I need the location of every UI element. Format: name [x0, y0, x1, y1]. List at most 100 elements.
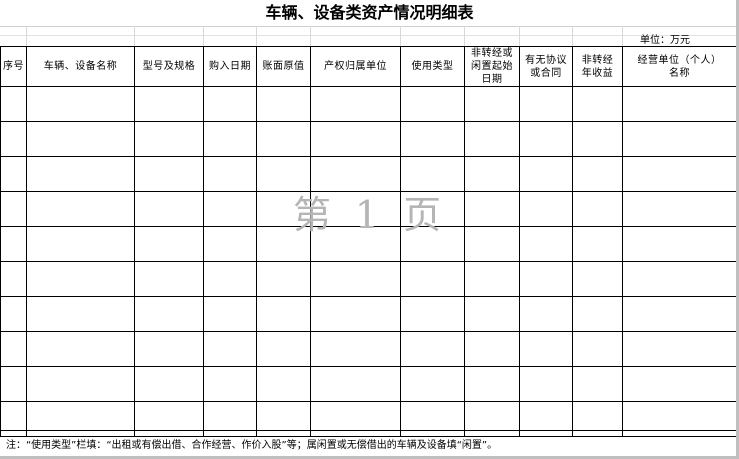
- table-cell[interactable]: [256, 366, 311, 402]
- table-cell[interactable]: [572, 296, 623, 332]
- table-cell[interactable]: [400, 366, 465, 402]
- table-cell[interactable]: [0, 331, 27, 367]
- table-cell[interactable]: [256, 191, 311, 227]
- table-cell[interactable]: [0, 366, 27, 402]
- table-cell[interactable]: [310, 366, 401, 402]
- table-cell[interactable]: [134, 121, 204, 157]
- table-cell[interactable]: [256, 86, 311, 122]
- header-cell[interactable]: 非转经或 闲置起始 日期: [464, 46, 520, 87]
- header-cell[interactable]: 有无协议 或合同: [519, 46, 573, 87]
- table-cell[interactable]: [572, 191, 623, 227]
- table-cell[interactable]: [203, 226, 257, 262]
- table-cell[interactable]: [0, 261, 27, 297]
- header-cell[interactable]: 车辆、设备名称: [26, 46, 135, 87]
- table-cell[interactable]: [134, 86, 204, 122]
- table-cell[interactable]: [572, 86, 623, 122]
- table-cell[interactable]: [203, 121, 257, 157]
- table-cell[interactable]: [622, 331, 737, 367]
- table-cell[interactable]: [203, 331, 257, 367]
- table-cell[interactable]: [400, 156, 465, 192]
- table-cell[interactable]: [572, 261, 623, 297]
- header-cell[interactable]: 购入日期: [203, 46, 257, 87]
- table-cell[interactable]: [256, 226, 311, 262]
- table-cell[interactable]: [134, 296, 204, 332]
- table-cell[interactable]: [622, 296, 737, 332]
- table-cell[interactable]: [400, 86, 465, 122]
- table-cell[interactable]: [134, 226, 204, 262]
- table-cell[interactable]: [622, 156, 737, 192]
- table-cell[interactable]: [519, 331, 573, 367]
- table-cell[interactable]: [572, 121, 623, 157]
- table-cell[interactable]: [622, 191, 737, 227]
- table-cell[interactable]: [519, 261, 573, 297]
- table-cell[interactable]: [464, 226, 520, 262]
- table-cell[interactable]: [26, 261, 135, 297]
- table-cell[interactable]: [134, 366, 204, 402]
- table-cell[interactable]: [519, 366, 573, 402]
- table-cell[interactable]: [464, 156, 520, 192]
- table-cell[interactable]: [622, 121, 737, 157]
- table-cell[interactable]: [0, 226, 27, 262]
- header-cell[interactable]: 产权归属单位: [310, 46, 401, 87]
- table-cell[interactable]: [310, 86, 401, 122]
- table-cell[interactable]: [310, 296, 401, 332]
- table-cell[interactable]: [26, 226, 135, 262]
- table-cell[interactable]: [0, 156, 27, 192]
- table-cell[interactable]: [572, 156, 623, 192]
- table-cell[interactable]: [310, 191, 401, 227]
- table-cell[interactable]: [400, 296, 465, 332]
- table-cell[interactable]: [203, 296, 257, 332]
- table-cell[interactable]: [464, 366, 520, 402]
- table-cell[interactable]: [622, 366, 737, 402]
- table-cell[interactable]: [203, 261, 257, 297]
- table-cell[interactable]: [203, 366, 257, 402]
- table-cell[interactable]: [464, 191, 520, 227]
- table-cell[interactable]: [256, 156, 311, 192]
- header-cell[interactable]: 使用类型: [400, 46, 465, 87]
- table-cell[interactable]: [310, 156, 401, 192]
- table-cell[interactable]: [0, 191, 27, 227]
- table-cell[interactable]: [464, 261, 520, 297]
- table-cell[interactable]: [519, 121, 573, 157]
- table-cell[interactable]: [400, 261, 465, 297]
- table-cell[interactable]: [572, 331, 623, 367]
- table-cell[interactable]: [203, 191, 257, 227]
- table-cell[interactable]: [464, 121, 520, 157]
- table-cell[interactable]: [519, 296, 573, 332]
- header-cell[interactable]: 序号: [0, 46, 27, 87]
- table-cell[interactable]: [134, 156, 204, 192]
- table-cell[interactable]: [572, 366, 623, 402]
- table-cell[interactable]: [134, 331, 204, 367]
- header-cell[interactable]: 型号及规格: [134, 46, 204, 87]
- table-cell[interactable]: [519, 156, 573, 192]
- table-cell[interactable]: [400, 121, 465, 157]
- table-cell[interactable]: [310, 226, 401, 262]
- table-cell[interactable]: [256, 296, 311, 332]
- table-cell[interactable]: [203, 86, 257, 122]
- table-cell[interactable]: [0, 121, 27, 157]
- table-cell[interactable]: [310, 331, 401, 367]
- table-cell[interactable]: [26, 156, 135, 192]
- table-cell[interactable]: [134, 261, 204, 297]
- table-cell[interactable]: [622, 226, 737, 262]
- table-cell[interactable]: [310, 121, 401, 157]
- table-cell[interactable]: [256, 261, 311, 297]
- table-cell[interactable]: [572, 226, 623, 262]
- table-cell[interactable]: [464, 86, 520, 122]
- table-cell[interactable]: [0, 296, 27, 332]
- table-cell[interactable]: [0, 86, 27, 122]
- table-cell[interactable]: [26, 366, 135, 402]
- header-cell[interactable]: 经营单位（个人） 名称: [622, 46, 737, 87]
- table-cell[interactable]: [400, 191, 465, 227]
- table-cell[interactable]: [26, 331, 135, 367]
- table-cell[interactable]: [400, 226, 465, 262]
- table-cell[interactable]: [256, 331, 311, 367]
- table-cell[interactable]: [256, 121, 311, 157]
- table-cell[interactable]: [464, 331, 520, 367]
- table-cell[interactable]: [26, 121, 135, 157]
- header-cell[interactable]: 非转经 年收益: [572, 46, 623, 87]
- table-cell[interactable]: [519, 86, 573, 122]
- table-cell[interactable]: [26, 191, 135, 227]
- table-cell[interactable]: [203, 156, 257, 192]
- table-cell[interactable]: [134, 191, 204, 227]
